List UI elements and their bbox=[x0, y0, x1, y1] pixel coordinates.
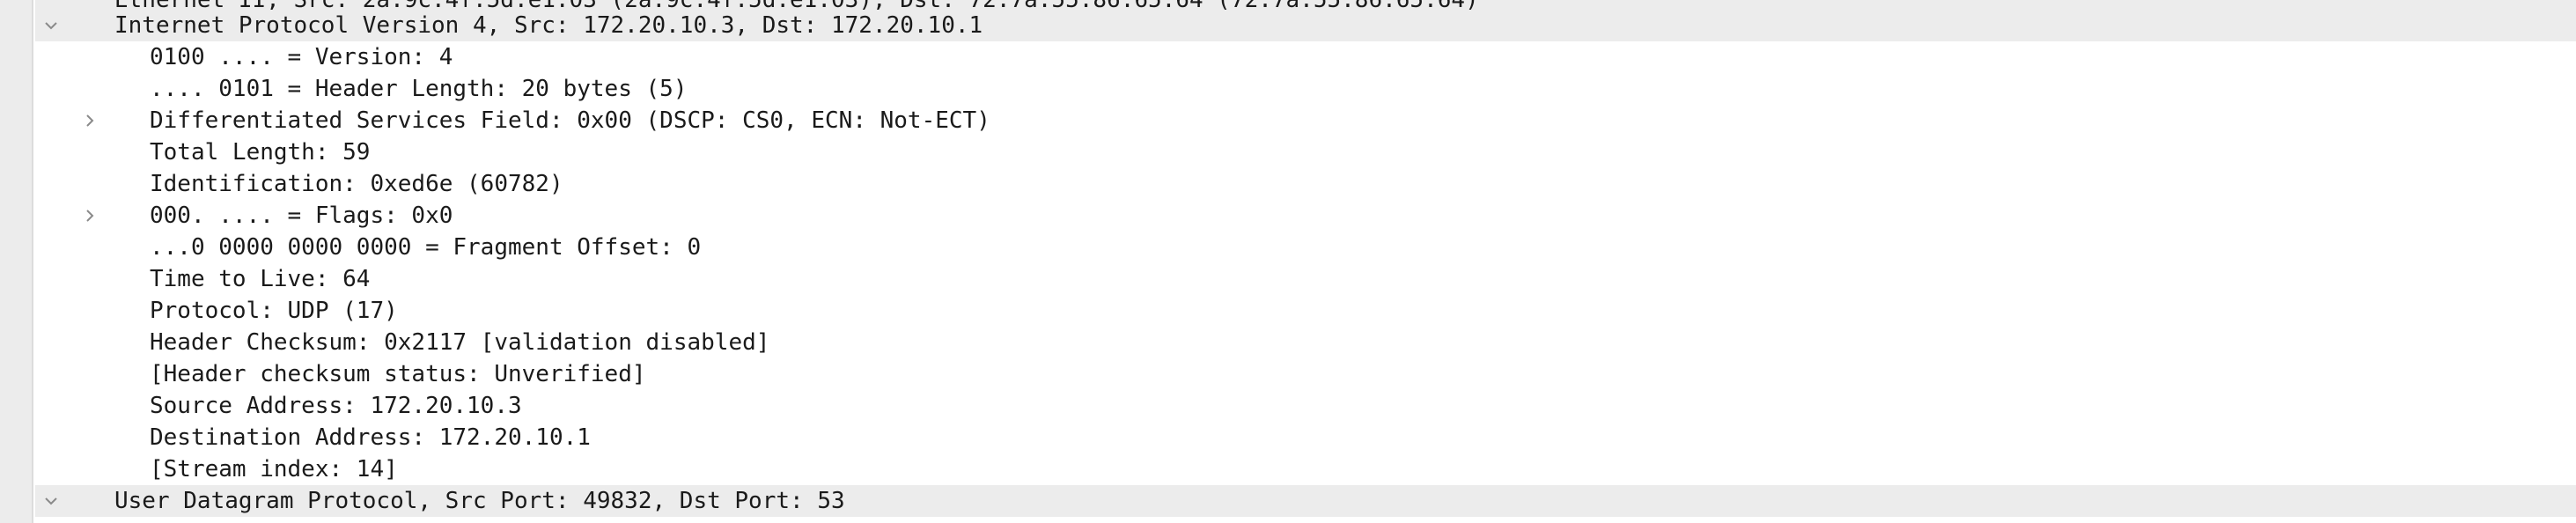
tree-row-checksum[interactable]: Header Checksum: 0x2117 [validation disa… bbox=[35, 327, 2576, 358]
field-destination-address: Destination Address: 172.20.10.1 bbox=[150, 424, 591, 451]
field-protocol: Protocol: UDP (17) bbox=[150, 298, 398, 324]
udp-header-label: User Datagram Protocol, Src Port: 49832,… bbox=[114, 488, 845, 514]
field-source-address: Source Address: 172.20.10.3 bbox=[150, 393, 522, 419]
tree-row-source-address[interactable]: Source Address: 172.20.10.3 bbox=[35, 390, 2576, 422]
field-header-checksum: Header Checksum: 0x2117 [validation disa… bbox=[150, 329, 770, 356]
field-fragment-offset: ...0 0000 0000 0000 = Fragment Offset: 0 bbox=[150, 234, 702, 261]
tree-row-header-length[interactable]: .... 0101 = Header Length: 20 bytes (5) bbox=[35, 73, 2576, 105]
tree-gutter bbox=[0, 0, 33, 523]
ipv4-header-label: Internet Protocol Version 4, Src: 172.20… bbox=[114, 12, 983, 39]
tree-row-total-length[interactable]: Total Length: 59 bbox=[35, 136, 2576, 168]
tree-row-udp[interactable]: User Datagram Protocol, Src Port: 49832,… bbox=[35, 485, 2576, 517]
tree-row-ttl[interactable]: Time to Live: 64 bbox=[35, 263, 2576, 295]
field-version: 0100 .... = Version: 4 bbox=[150, 44, 453, 70]
chevron-down-icon[interactable] bbox=[35, 485, 67, 517]
tree-row-checksum-status[interactable]: [Header checksum status: Unverified] bbox=[35, 358, 2576, 390]
tree-row-stream-index[interactable]: [Stream index: 14] bbox=[35, 453, 2576, 485]
field-header-length: .... 0101 = Header Length: 20 bytes (5) bbox=[150, 76, 688, 102]
tree-row-ipv4[interactable]: Internet Protocol Version 4, Src: 172.20… bbox=[35, 10, 2576, 41]
chevron-right-icon[interactable] bbox=[74, 200, 106, 232]
chevron-right-icon[interactable] bbox=[74, 105, 106, 136]
chevron-down-icon[interactable] bbox=[35, 10, 67, 41]
field-time-to-live: Time to Live: 64 bbox=[150, 266, 371, 292]
tree-row-destination-address[interactable]: Destination Address: 172.20.10.1 bbox=[35, 422, 2576, 453]
tree-row-version[interactable]: 0100 .... = Version: 4 bbox=[35, 41, 2576, 73]
field-total-length: Total Length: 59 bbox=[150, 139, 371, 166]
field-differentiated-services: Differentiated Services Field: 0x00 (DSC… bbox=[150, 107, 990, 134]
tree-row-flags[interactable]: 000. .... = Flags: 0x0 bbox=[35, 200, 2576, 232]
packet-details-pane: Ethernet II, Src: 2a:9c:4f:5d:e1:03 (2a:… bbox=[0, 0, 2576, 523]
tree-row-protocol[interactable]: Protocol: UDP (17) bbox=[35, 295, 2576, 327]
field-stream-index: [Stream index: 14] bbox=[150, 456, 398, 482]
tree-row-fragment-offset[interactable]: ...0 0000 0000 0000 = Fragment Offset: 0 bbox=[35, 232, 2576, 263]
field-flags: 000. .... = Flags: 0x0 bbox=[150, 203, 453, 229]
tree-row-dsfield[interactable]: Differentiated Services Field: 0x00 (DSC… bbox=[35, 105, 2576, 136]
tree-row-identification[interactable]: Identification: 0xed6e (60782) bbox=[35, 168, 2576, 200]
field-checksum-status: [Header checksum status: Unverified] bbox=[150, 361, 646, 387]
field-identification: Identification: 0xed6e (60782) bbox=[150, 171, 563, 197]
